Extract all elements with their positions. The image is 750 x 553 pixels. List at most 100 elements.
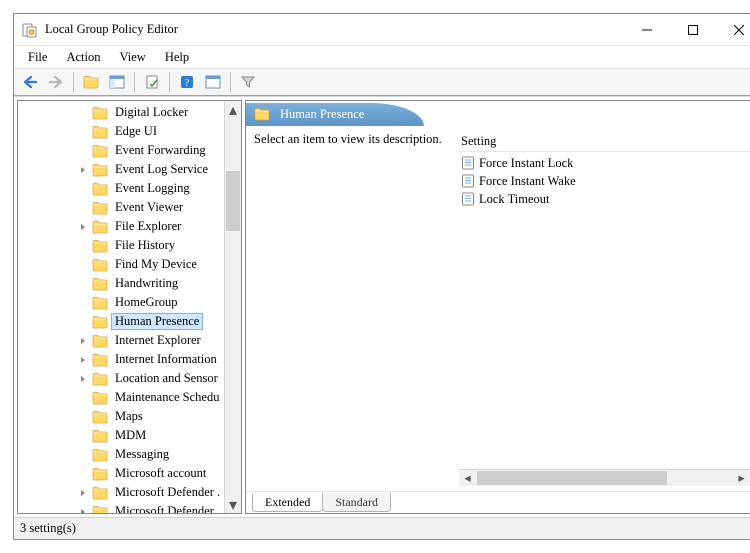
window-title: Local Group Policy Editor — [45, 22, 624, 37]
scroll-thumb[interactable] — [477, 471, 667, 485]
title-bar[interactable]: Local Group Policy Editor — [14, 14, 750, 46]
folder-icon — [92, 315, 108, 329]
settings-horizontal-scrollbar[interactable]: ◂ ▸ — [459, 469, 750, 486]
expander-icon[interactable] — [78, 336, 88, 346]
app-window: Local Group Policy Editor File Action Vi… — [13, 13, 750, 540]
close-button[interactable] — [716, 14, 750, 45]
tree-item[interactable]: Internet Explorer — [20, 331, 224, 350]
export-button[interactable] — [140, 71, 164, 93]
scroll-down-arrow-icon[interactable]: ▾ — [225, 496, 241, 513]
content-area: Digital Locker Edge UI Event Forwarding Eve… — [14, 96, 750, 517]
tree-item[interactable]: Digital Locker — [20, 103, 224, 122]
back-button[interactable] — [18, 71, 42, 93]
tree-item[interactable]: Maintenance Schedu — [20, 388, 224, 407]
tab-standard[interactable]: Standard — [322, 493, 391, 512]
tree-item-label: Location and Sensor — [112, 371, 221, 386]
menu-file[interactable]: File — [20, 48, 55, 67]
properties-button[interactable] — [201, 71, 225, 93]
tree-item[interactable]: Messaging — [20, 445, 224, 464]
tree-item-label: Event Forwarding — [112, 143, 209, 158]
expander-icon[interactable] — [78, 165, 88, 175]
menu-view[interactable]: View — [111, 48, 153, 67]
tree-item[interactable]: Microsoft Defender . — [20, 502, 224, 513]
tree-item-label: HomeGroup — [112, 295, 181, 310]
tree-item-label: Internet Explorer — [112, 333, 204, 348]
folder-icon — [92, 429, 108, 443]
tree-item[interactable]: Microsoft Defender . — [20, 483, 224, 502]
expander-icon[interactable] — [78, 374, 88, 384]
tree-item-label: MDM — [112, 428, 149, 443]
tree-item[interactable]: Edge UI — [20, 122, 224, 141]
tree-item[interactable]: Internet Information — [20, 350, 224, 369]
policy-icon — [461, 192, 475, 206]
tree-vertical-scrollbar[interactable]: ▴ ▾ — [224, 101, 241, 513]
help-button[interactable]: ? — [175, 71, 199, 93]
expander-icon[interactable] — [78, 488, 88, 498]
up-button[interactable] — [79, 71, 103, 93]
folder-icon — [92, 182, 108, 196]
folder-icon — [92, 353, 108, 367]
menu-help[interactable]: Help — [157, 48, 197, 67]
filter-button[interactable] — [236, 71, 260, 93]
tree-item[interactable]: Find My Device — [20, 255, 224, 274]
tree-view[interactable]: Digital Locker Edge UI Event Forwarding Eve… — [18, 101, 224, 513]
tree-item[interactable]: Event Forwarding — [20, 141, 224, 160]
settings-column-header[interactable]: Setting — [459, 132, 750, 152]
folder-icon — [92, 106, 108, 120]
scroll-right-arrow-icon[interactable]: ▸ — [733, 470, 750, 486]
tree-item[interactable]: Handwriting — [20, 274, 224, 293]
tree-item[interactable]: File Explorer — [20, 217, 224, 236]
expander-icon[interactable] — [78, 355, 88, 365]
scroll-thumb[interactable] — [226, 171, 240, 231]
policy-icon — [461, 156, 475, 170]
menu-action[interactable]: Action — [58, 48, 108, 67]
svg-text:?: ? — [185, 78, 190, 89]
minimize-button[interactable] — [624, 14, 670, 45]
status-text: 3 setting(s) — [20, 521, 76, 536]
folder-icon — [92, 125, 108, 139]
folder-icon — [92, 391, 108, 405]
tree-item[interactable]: HomeGroup — [20, 293, 224, 312]
tree-item[interactable]: Maps — [20, 407, 224, 426]
tree-item-label: Messaging — [112, 447, 172, 462]
folder-icon — [92, 296, 108, 310]
folder-icon — [92, 505, 108, 514]
policy-icon — [461, 174, 475, 188]
expander-icon[interactable] — [78, 222, 88, 232]
setting-item[interactable]: Force Instant Wake — [459, 172, 750, 190]
folder-icon — [92, 334, 108, 348]
tree-item-label: Edge UI — [112, 124, 160, 139]
folder-icon — [92, 486, 108, 500]
tree-item[interactable]: Event Log Service — [20, 160, 224, 179]
tree-item-label: Microsoft account — [112, 466, 209, 481]
tree-item[interactable]: Location and Sensor — [20, 369, 224, 388]
tree-item-label: File History — [112, 238, 178, 253]
folder-icon — [92, 410, 108, 424]
tree-item[interactable]: Microsoft account — [20, 464, 224, 483]
scroll-left-arrow-icon[interactable]: ◂ — [459, 470, 476, 486]
details-pane: Human Presence Select an item to view it… — [245, 100, 750, 514]
tab-extended[interactable]: Extended — [252, 493, 323, 512]
tree-item-label: Digital Locker — [112, 105, 191, 120]
folder-icon — [254, 107, 270, 121]
folder-icon — [92, 144, 108, 158]
tree-item-label: File Explorer — [112, 219, 184, 234]
maximize-button[interactable] — [670, 14, 716, 45]
tree-item-label: Internet Information — [112, 352, 220, 367]
show-hide-tree-button[interactable] — [105, 71, 129, 93]
tree-item[interactable]: File History — [20, 236, 224, 255]
folder-icon — [92, 372, 108, 386]
setting-item[interactable]: Force Instant Lock — [459, 154, 750, 172]
tree-item[interactable]: MDM — [20, 426, 224, 445]
tree-item[interactable]: Human Presence — [20, 312, 224, 331]
forward-button[interactable] — [44, 71, 68, 93]
expander-icon[interactable] — [78, 507, 88, 514]
scroll-up-arrow-icon[interactable]: ▴ — [225, 101, 241, 118]
tree-item-label: Maps — [112, 409, 146, 424]
tree-item[interactable]: Event Viewer — [20, 198, 224, 217]
settings-list[interactable]: Force Instant LockForce Instant WakeLock… — [459, 152, 750, 208]
setting-item[interactable]: Lock Timeout — [459, 190, 750, 208]
app-icon — [22, 22, 38, 38]
tree-item-label: Human Presence — [111, 313, 203, 330]
tree-item[interactable]: Event Logging — [20, 179, 224, 198]
